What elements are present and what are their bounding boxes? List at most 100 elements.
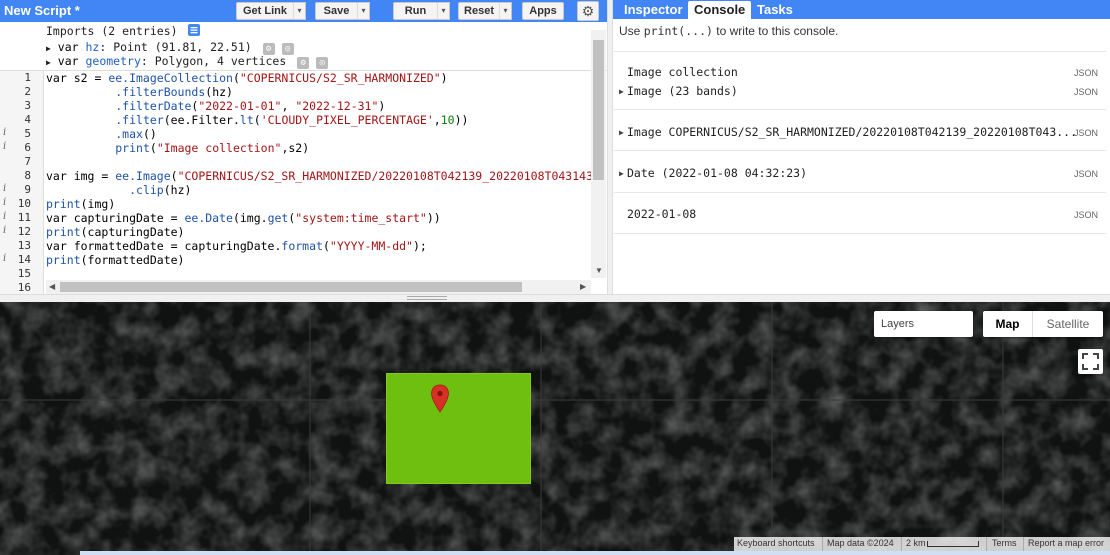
code-line[interactable]: .filter(ee.Filter.lt('CLOUDY_PIXEL_PERCE… bbox=[46, 113, 468, 127]
code-line[interactable]: print("Image collection",s2) bbox=[46, 141, 309, 155]
info-marker-icon[interactable]: i bbox=[3, 183, 6, 194]
gear-icon[interactable]: ⚙ bbox=[577, 1, 599, 21]
console-divider bbox=[614, 192, 1106, 193]
imports-list-icon[interactable] bbox=[187, 24, 200, 36]
expand-arrow-icon[interactable]: ▶ bbox=[46, 58, 51, 67]
map-data-text: Map data ©2024 bbox=[827, 538, 894, 548]
scrollbar-thumb[interactable] bbox=[60, 282, 522, 292]
info-marker-icon[interactable]: i bbox=[3, 141, 6, 152]
scrollbar-thumb[interactable] bbox=[593, 40, 604, 180]
map-canvas[interactable]: Layers Map Satellite Keyboard shortcuts … bbox=[0, 302, 1110, 555]
scroll-left-icon[interactable]: ◀ bbox=[49, 282, 55, 291]
line-number: 6 bbox=[24, 141, 31, 154]
code-line[interactable]: print(img) bbox=[46, 197, 115, 211]
imports-header[interactable]: Imports (2 entries) bbox=[46, 24, 200, 38]
terms-link[interactable]: Terms bbox=[992, 538, 1017, 548]
attribution-separator bbox=[1023, 537, 1024, 551]
panel-horizontal-splitter[interactable] bbox=[0, 294, 1110, 302]
console-entry[interactable]: 2022-01-08 JSON bbox=[614, 207, 1106, 221]
console-entry[interactable]: ▶ Image (23 bands) JSON bbox=[614, 84, 1106, 98]
map-pin-icon[interactable] bbox=[430, 384, 450, 414]
json-link[interactable]: JSON bbox=[1074, 210, 1098, 220]
map-type-map-button[interactable]: Map bbox=[983, 311, 1033, 337]
console-entry[interactable]: ▶ Image COPERNICUS/S2_SR_HARMONIZED/2022… bbox=[614, 125, 1106, 139]
info-marker-icon[interactable]: i bbox=[3, 225, 6, 236]
line-number: 5 bbox=[24, 127, 31, 140]
scroll-down-icon[interactable]: ▼ bbox=[595, 266, 603, 275]
map-type-satellite-button[interactable]: Satellite bbox=[1033, 311, 1103, 337]
layers-label: Layers bbox=[881, 318, 915, 330]
code-line[interactable]: var formattedDate = capturingDate.format… bbox=[46, 239, 427, 253]
line-number: 16 bbox=[17, 281, 31, 294]
line-number: 3 bbox=[24, 99, 31, 112]
line-number: 8 bbox=[24, 169, 31, 182]
console-entry[interactable]: ▶ Date (2022-01-08 04:32:23) JSON bbox=[614, 166, 1106, 180]
code-line[interactable]: var s2 = ee.ImageCollection("COPERNICUS/… bbox=[46, 71, 448, 85]
console-panel: Use print(...) to write to this console.… bbox=[614, 19, 1110, 294]
line-number: 10 bbox=[17, 197, 31, 210]
expand-arrow-icon[interactable]: ▶ bbox=[619, 128, 624, 137]
code-line[interactable]: .max() bbox=[46, 127, 157, 141]
scale-bar bbox=[927, 541, 979, 547]
json-link[interactable]: JSON bbox=[1074, 87, 1098, 97]
editor-horizontal-scrollbar[interactable]: ◀ ▶ bbox=[46, 280, 591, 294]
keyboard-shortcuts-link[interactable]: Keyboard shortcuts bbox=[737, 538, 815, 548]
code-line[interactable]: var img = ee.Image("COPERNICUS/S2_SR_HAR… bbox=[46, 169, 591, 183]
reset-button[interactable]: Reset bbox=[458, 2, 500, 20]
right-panel-tabs: Inspector Console Tasks bbox=[613, 0, 1110, 19]
info-marker-icon[interactable]: i bbox=[3, 197, 6, 208]
save-button[interactable]: Save bbox=[315, 2, 358, 20]
line-number: 4 bbox=[24, 113, 31, 126]
imports-section: Imports (2 entries) ▶ var hz: Point (91.… bbox=[0, 22, 607, 71]
code-line[interactable]: .clip(hz) bbox=[46, 183, 191, 197]
line-number: 14 bbox=[17, 253, 31, 266]
report-map-error-link[interactable]: Report a map error bbox=[1028, 538, 1104, 548]
layers-control[interactable]: Layers bbox=[874, 311, 973, 337]
panel-vertical-splitter[interactable] bbox=[607, 0, 613, 296]
console-entry[interactable]: Image collection JSON bbox=[614, 65, 1106, 79]
tab-console[interactable]: Console bbox=[688, 1, 752, 19]
scroll-right-icon[interactable]: ▶ bbox=[580, 282, 586, 291]
settings-icon[interactable]: ⚙ bbox=[297, 57, 310, 69]
code-line[interactable]: var capturingDate = ee.Date(img.get("sys… bbox=[46, 211, 441, 225]
expand-arrow-icon[interactable]: ▶ bbox=[46, 44, 51, 53]
import-hz[interactable]: ▶ var hz: Point (91.81, 22.51) ⚙ ◎ bbox=[46, 40, 294, 55]
json-link[interactable]: JSON bbox=[1074, 128, 1098, 138]
line-number-gutter: 1 2 3 4 i 5 i 6 7 8 i 9 i 10 i 11 i 12 1… bbox=[0, 71, 44, 296]
expand-arrow-icon[interactable]: ▶ bbox=[619, 169, 624, 178]
line-number: 9 bbox=[24, 183, 31, 196]
run-dropdown-icon[interactable]: ▾ bbox=[437, 2, 450, 20]
line-number: 15 bbox=[17, 267, 31, 280]
layer-target-icon[interactable]: ◎ bbox=[316, 57, 329, 69]
code-line[interactable]: print(capturingDate) bbox=[46, 225, 184, 239]
reset-dropdown-icon[interactable]: ▾ bbox=[499, 2, 512, 20]
fullscreen-icon[interactable] bbox=[1078, 349, 1103, 374]
import-geometry[interactable]: ▶ var geometry: Polygon, 4 vertices ⚙ ◎ bbox=[46, 54, 329, 69]
console-divider bbox=[614, 233, 1106, 234]
expand-arrow-icon[interactable]: ▶ bbox=[619, 87, 624, 96]
apps-button[interactable]: Apps bbox=[522, 2, 564, 20]
json-link[interactable]: JSON bbox=[1074, 68, 1098, 78]
code-line[interactable]: .filterDate("2022-01-01", "2022-12-31") bbox=[46, 99, 385, 113]
tab-tasks[interactable]: Tasks bbox=[751, 1, 799, 19]
editor-vertical-scrollbar[interactable]: ▼ bbox=[591, 30, 606, 278]
script-title[interactable]: New Script * bbox=[4, 3, 80, 18]
geometry-polygon[interactable] bbox=[386, 373, 531, 484]
attribution-separator bbox=[822, 537, 823, 551]
map-attribution-bar: Keyboard shortcuts Map data ©2024 2 km T… bbox=[734, 537, 1110, 551]
run-button[interactable]: Run bbox=[393, 2, 438, 20]
get-link-dropdown-icon[interactable]: ▾ bbox=[293, 2, 306, 20]
info-marker-icon[interactable]: i bbox=[3, 127, 6, 138]
console-divider bbox=[614, 51, 1106, 52]
tab-inspector[interactable]: Inspector bbox=[618, 1, 689, 19]
info-marker-icon[interactable]: i bbox=[3, 253, 6, 264]
info-marker-icon[interactable]: i bbox=[3, 211, 6, 222]
get-link-button[interactable]: Get Link bbox=[236, 2, 294, 20]
line-number: 7 bbox=[24, 155, 31, 168]
json-link[interactable]: JSON bbox=[1074, 169, 1098, 179]
code-line[interactable]: .filterBounds(hz) bbox=[46, 85, 233, 99]
code-editor[interactable]: var s2 = ee.ImageCollection("COPERNICUS/… bbox=[46, 71, 591, 281]
save-dropdown-icon[interactable]: ▾ bbox=[357, 2, 370, 20]
map-bottom-strip bbox=[80, 551, 1110, 555]
code-line[interactable]: print(formattedDate) bbox=[46, 253, 184, 267]
